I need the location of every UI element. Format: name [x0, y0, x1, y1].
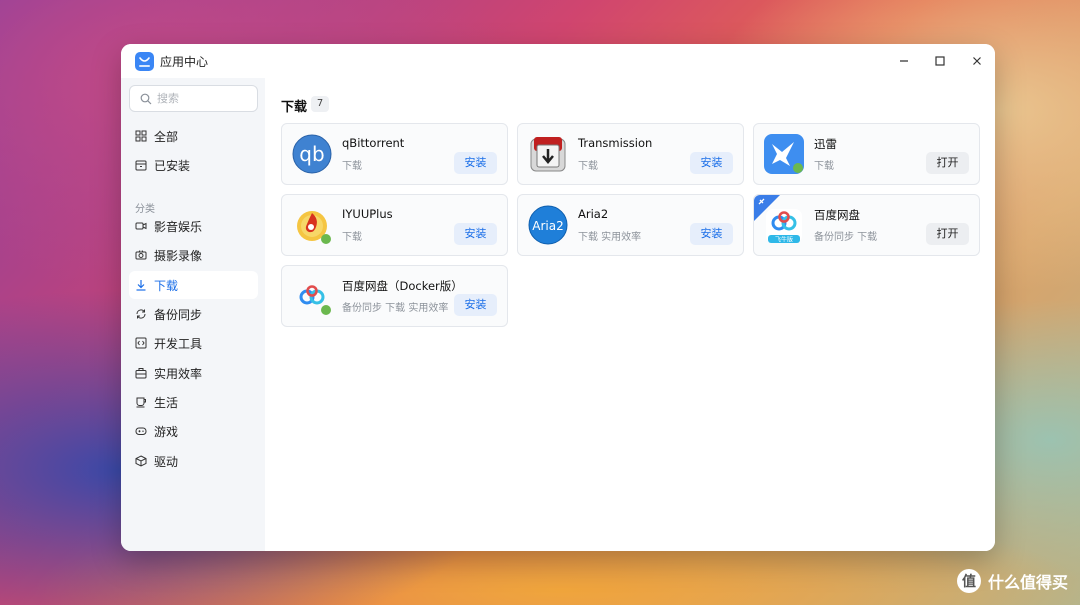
app-name: Aria2 — [578, 207, 609, 221]
sidebar-item-photo[interactable]: 摄影录像 — [129, 241, 258, 269]
close-button[interactable] — [968, 52, 986, 70]
sidebar-item-backup[interactable]: 备份同步 — [129, 300, 258, 328]
thunder-logo-icon — [764, 134, 804, 174]
app-name: IYUUPlus — [342, 207, 393, 221]
svg-text:飞牛版: 飞牛版 — [775, 236, 793, 244]
app-name: 迅雷 — [814, 137, 837, 151]
close-icon — [973, 57, 981, 65]
smzdm-logo-icon: 值 — [956, 569, 981, 593]
search-box[interactable] — [129, 85, 258, 112]
install-button[interactable]: 安装 — [690, 223, 733, 245]
sidebar-item-label: 游戏 — [154, 424, 179, 439]
search-input[interactable] — [157, 92, 247, 105]
sidebar-item-all[interactable]: 全部 — [129, 122, 258, 150]
video-icon — [135, 222, 147, 230]
sidebar-item-media[interactable]: 影音娱乐 — [129, 212, 258, 240]
app-tags: 下载 — [342, 232, 362, 243]
install-button[interactable]: 安装 — [454, 294, 497, 316]
app-card-baidu-netdisk[interactable]: 飞牛版 百度网盘 备份同步 下载 打开 — [753, 194, 980, 256]
sidebar-item-games[interactable]: 游戏 — [129, 417, 258, 445]
sidebar-item-label: 全部 — [154, 129, 179, 144]
sidebar-item-label: 摄影录像 — [154, 248, 203, 263]
camera-icon — [135, 250, 147, 260]
search-icon — [140, 93, 152, 104]
sidebar-item-download[interactable]: 下载 — [129, 271, 258, 299]
page-title: 下载 — [281, 100, 308, 115]
install-button[interactable]: 安装 — [454, 223, 497, 245]
download-icon — [136, 280, 146, 291]
open-button[interactable]: 打开 — [926, 223, 969, 245]
app-tags: 备份同步 下载 — [814, 232, 878, 243]
app-card-qbittorrent[interactable]: qb qBittorrent 下载 安装 — [281, 123, 508, 185]
transmission-logo-icon — [528, 134, 568, 174]
sidebar-item-drivers[interactable]: 驱动 — [129, 447, 258, 475]
app-name: 百度网盘（Docker版） — [342, 279, 463, 293]
sidebar-item-installed[interactable]: 已安装 — [129, 151, 258, 179]
app-tags: 下载 — [578, 161, 598, 172]
app-center-window: 应用中心 全部 已安装 分类 影音娱乐 摄影录像 — [121, 44, 995, 551]
sidebar-item-dev-tools[interactable]: 开发工具 — [129, 329, 258, 357]
svg-text:Aria2: Aria2 — [532, 219, 563, 233]
app-tags: 下载 — [814, 161, 834, 172]
maximize-icon — [935, 56, 945, 66]
baidu-netdisk-docker-logo-icon — [292, 276, 332, 316]
app-tags: 下载 实用效率 — [578, 232, 642, 243]
app-tags: 下载 — [342, 161, 362, 172]
app-name: Transmission — [578, 136, 653, 150]
sidebar-item-label: 实用效率 — [154, 366, 203, 381]
app-card-aria2[interactable]: Aria2 Aria2 下载 实用效率 安装 — [517, 194, 744, 256]
app-tags: 备份同步 下载 实用效率 — [342, 303, 449, 314]
app-name: qBittorrent — [342, 136, 405, 150]
maximize-button[interactable] — [931, 52, 949, 70]
sidebar-item-label: 生活 — [154, 395, 179, 410]
app-center-logo-icon — [135, 52, 154, 71]
sidebar-item-life[interactable]: 生活 — [129, 388, 258, 416]
code-icon — [135, 337, 147, 349]
installed-box-icon — [135, 160, 147, 171]
app-card-iyuuplus[interactable]: IYUUPlus 下载 安装 — [281, 194, 508, 256]
sidebar-item-label: 备份同步 — [154, 307, 203, 322]
sidebar-item-label: 驱动 — [154, 454, 179, 469]
app-card-baidu-netdisk-docker[interactable]: 百度网盘（Docker版） 备份同步 下载 实用效率 安装 — [281, 265, 508, 327]
watermark-text: 什么值得买 — [987, 573, 1068, 592]
iyuuplus-logo-icon — [292, 205, 332, 245]
baidu-netdisk-logo-icon: 飞牛版 — [764, 205, 804, 245]
window-title: 应用中心 — [160, 55, 209, 69]
toolbox-icon — [135, 368, 147, 379]
sidebar-item-label: 开发工具 — [154, 336, 203, 351]
open-button[interactable]: 打开 — [926, 152, 969, 174]
install-button[interactable]: 安装 — [690, 152, 733, 174]
title-bar: 应用中心 — [121, 44, 995, 78]
app-card-thunder[interactable]: 迅雷 下载 打开 — [753, 123, 980, 185]
app-name: 百度网盘 — [814, 208, 860, 222]
cube-icon — [135, 455, 147, 467]
minimize-icon — [900, 60, 908, 62]
sidebar-item-productivity[interactable]: 实用效率 — [129, 359, 258, 387]
sidebar-item-label: 已安装 — [154, 158, 191, 173]
watermark: 值 什么值得买 — [956, 569, 1068, 593]
sidebar: 全部 已安装 分类 影音娱乐 摄影录像 下载 备份同步 开发工具 — [121, 78, 265, 551]
sidebar-item-label: 下载 — [154, 278, 179, 293]
aria2-logo-icon: Aria2 — [528, 205, 568, 245]
app-card-transmission[interactable]: Transmission 下载 安装 — [517, 123, 744, 185]
sidebar-item-label: 影音娱乐 — [154, 219, 203, 234]
gamepad-icon — [135, 427, 147, 435]
grid-icon — [135, 130, 147, 142]
main-content: 下载 7 qb qBittorrent 下载 安装 Transmission 下… — [265, 78, 995, 551]
qbittorrent-logo-icon: qb — [292, 134, 332, 174]
cup-icon — [136, 397, 146, 408]
sync-icon — [136, 309, 146, 319]
install-button[interactable]: 安装 — [454, 152, 497, 174]
svg-text:qb: qb — [299, 142, 324, 166]
app-count-badge: 7 — [311, 96, 329, 112]
minimize-button[interactable] — [895, 52, 913, 70]
